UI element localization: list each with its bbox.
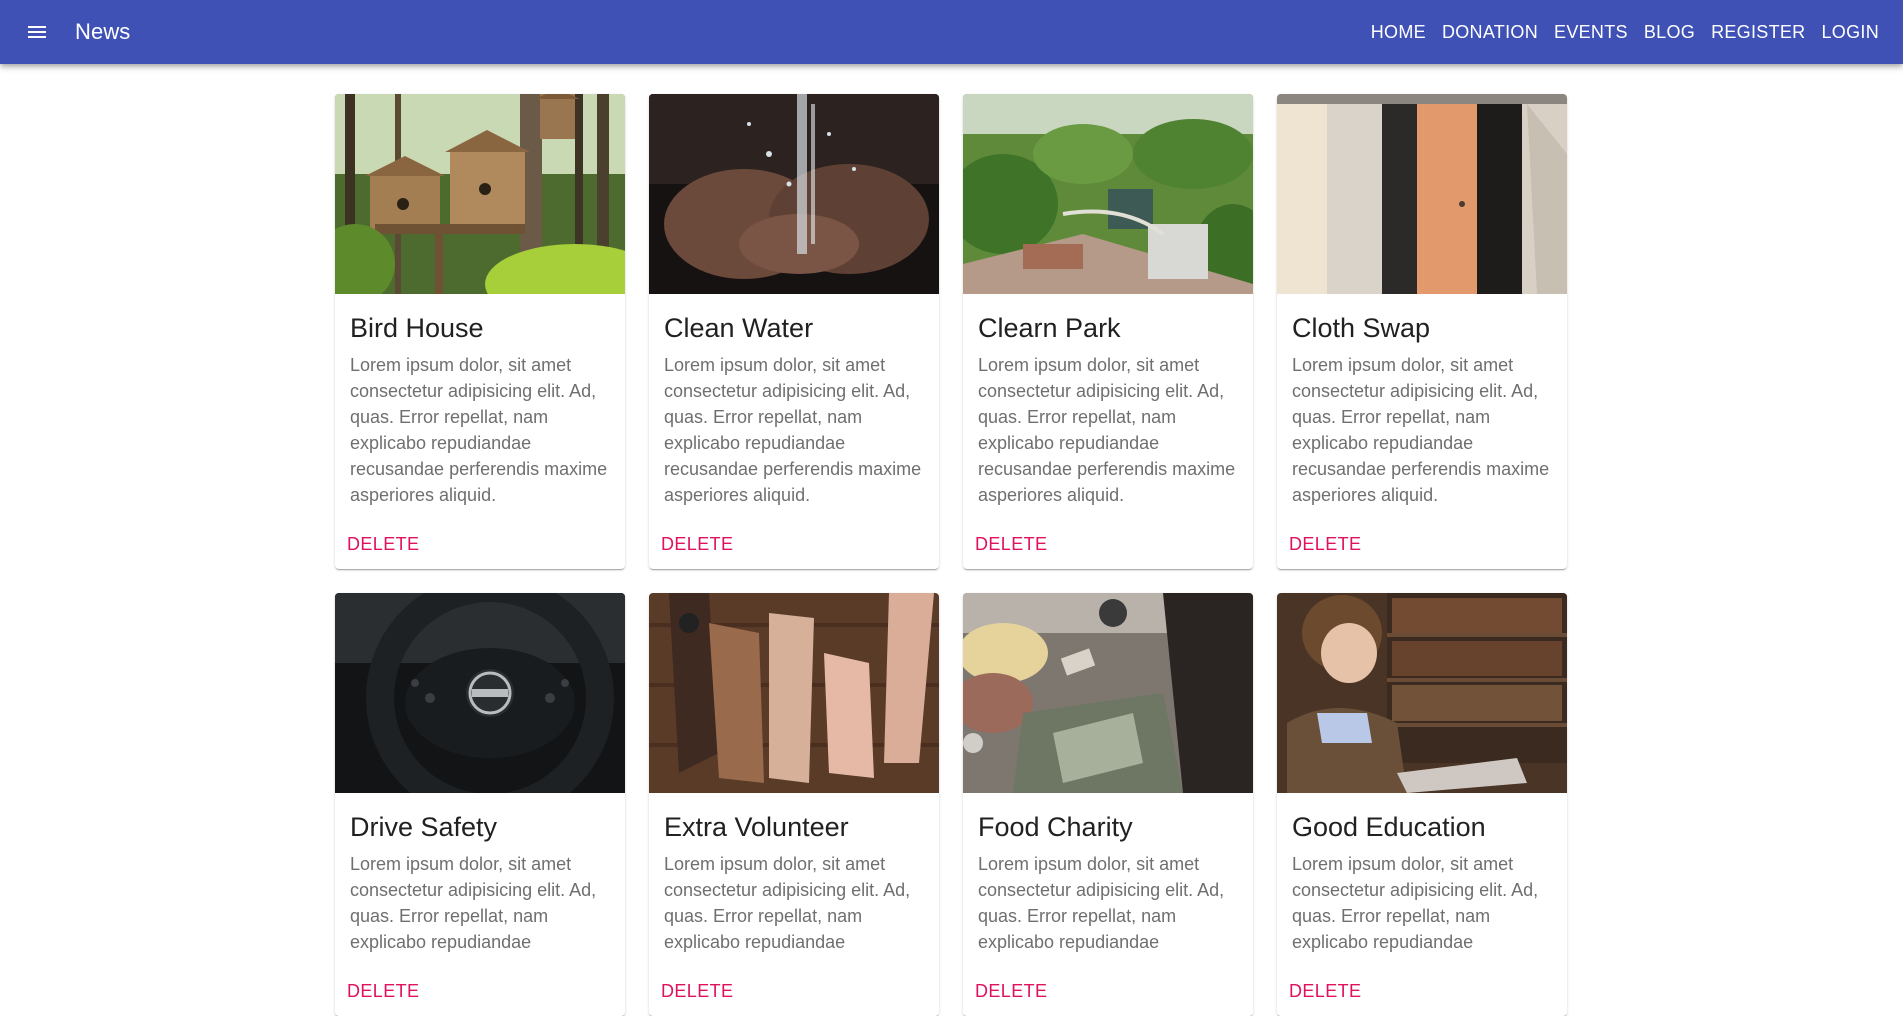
card-image bbox=[963, 94, 1253, 294]
card-grid: Bird House Lorem ipsum dolor, sit amet c… bbox=[335, 94, 1567, 1016]
card-title: Clearn Park bbox=[978, 313, 1121, 343]
card-drive-safety: Drive Safety Lorem ipsum dolor, sit amet… bbox=[335, 593, 625, 1016]
delete-button[interactable]: DELETE bbox=[975, 534, 1047, 554]
card-image bbox=[335, 94, 625, 294]
card-title: Good Education bbox=[1292, 812, 1486, 842]
nav-events[interactable]: EVENTS bbox=[1546, 14, 1636, 51]
card-body: Lorem ipsum dolor, sit amet consectetur … bbox=[978, 854, 1225, 952]
delete-button[interactable]: DELETE bbox=[975, 981, 1047, 1001]
nav-home[interactable]: HOME bbox=[1363, 14, 1434, 51]
menu-icon bbox=[28, 26, 46, 38]
card-extra-volunteer: Extra Volunteer Lorem ipsum dolor, sit a… bbox=[649, 593, 939, 1016]
card-image bbox=[649, 94, 939, 294]
card-bird-house: Bird House Lorem ipsum dolor, sit amet c… bbox=[335, 94, 625, 569]
card-body: Lorem ipsum dolor, sit amet consectetur … bbox=[1292, 854, 1539, 952]
delete-button[interactable]: DELETE bbox=[661, 981, 733, 1001]
card-title: Drive Safety bbox=[350, 812, 498, 842]
card-image bbox=[1277, 94, 1567, 294]
card-image bbox=[335, 593, 625, 793]
card-clearn-park: Clearn Park Lorem ipsum dolor, sit amet … bbox=[963, 94, 1253, 569]
card-body: Lorem ipsum dolor, sit amet consectetur … bbox=[978, 355, 1236, 505]
card-good-education: Good Education Lorem ipsum dolor, sit am… bbox=[1277, 593, 1567, 1016]
card-title: Bird House bbox=[350, 313, 484, 343]
card-image bbox=[649, 593, 939, 793]
nav-register[interactable]: REGISTER bbox=[1703, 14, 1813, 51]
app-title: News bbox=[75, 19, 131, 44]
nav-login[interactable]: LOGIN bbox=[1813, 14, 1887, 51]
delete-button[interactable]: DELETE bbox=[1289, 981, 1361, 1001]
card-title: Extra Volunteer bbox=[664, 812, 849, 842]
main-nav: HOME DONATION EVENTS BLOG REGISTER LOGIN bbox=[1363, 14, 1887, 51]
card-body: Lorem ipsum dolor, sit amet consectetur … bbox=[664, 355, 922, 505]
card-body: Lorem ipsum dolor, sit amet consectetur … bbox=[350, 854, 597, 952]
card-clean-water: Clean Water Lorem ipsum dolor, sit amet … bbox=[649, 94, 939, 569]
delete-button[interactable]: DELETE bbox=[347, 981, 419, 1001]
card-image bbox=[963, 593, 1253, 793]
card-body: Lorem ipsum dolor, sit amet consectetur … bbox=[350, 355, 608, 505]
card-title: Cloth Swap bbox=[1292, 313, 1431, 343]
app-bar: News HOME DONATION EVENTS BLOG REGISTER … bbox=[0, 0, 1903, 64]
card-image bbox=[1277, 593, 1567, 793]
card-title: Clean Water bbox=[664, 313, 814, 343]
card-food-charity: Food Charity Lorem ipsum dolor, sit amet… bbox=[963, 593, 1253, 1016]
nav-donation[interactable]: DONATION bbox=[1434, 14, 1546, 51]
delete-button[interactable]: DELETE bbox=[347, 534, 419, 554]
delete-button[interactable]: DELETE bbox=[661, 534, 733, 554]
card-title: Food Charity bbox=[978, 812, 1133, 842]
delete-button[interactable]: DELETE bbox=[1289, 534, 1361, 554]
card-body: Lorem ipsum dolor, sit amet consectetur … bbox=[1292, 355, 1550, 505]
card-cloth-swap: Cloth Swap Lorem ipsum dolor, sit amet c… bbox=[1277, 94, 1567, 569]
nav-blog[interactable]: BLOG bbox=[1636, 14, 1703, 51]
card-body: Lorem ipsum dolor, sit amet consectetur … bbox=[664, 854, 911, 952]
menu-button[interactable] bbox=[13, 8, 61, 56]
